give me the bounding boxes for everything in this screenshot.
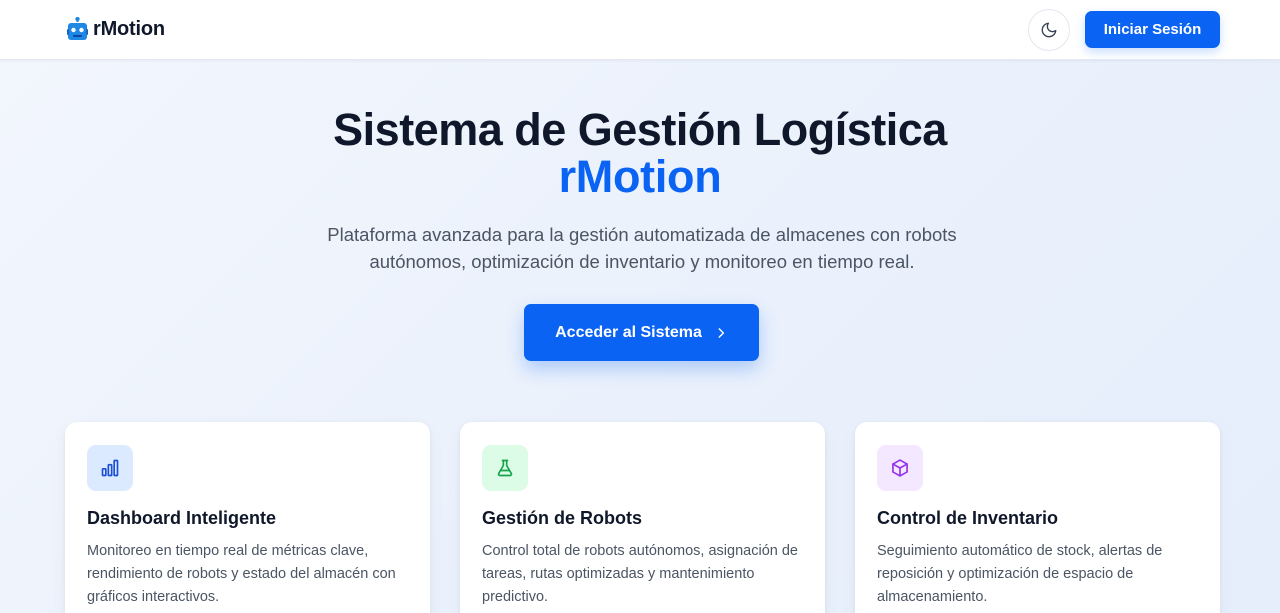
hero-brand: rMotion [558,151,722,202]
hero-subtitle: Plataforma avanzada para la gestión auto… [327,224,957,272]
feature-description: Control total de robots autónomos, asign… [482,543,798,605]
brand-name: rMotion [93,17,165,40]
flask-icon [482,445,528,491]
theme-toggle-button[interactable] [1028,9,1070,51]
access-system-label: Acceder al Sistema [555,323,702,341]
feature-title: Dashboard Inteligente [87,508,277,528]
navbar: rMotion Iniciar Sesión [0,0,1280,60]
box-icon [877,445,923,491]
feature-title: Control de Inventario [877,508,1059,528]
feature-title: Gestión de Robots [482,508,643,528]
robot-icon [67,17,88,40]
feature-card-inventory: Control de Inventario Seguimiento automá… [855,422,1220,613]
access-system-button[interactable]: Acceder al Sistema [524,304,759,361]
feature-card-robots: Gestión de Robots Control total de robot… [460,422,825,613]
login-button[interactable]: Iniciar Sesión [1085,11,1220,48]
chevron-right-icon [714,326,728,340]
feature-description: Seguimiento automático de stock, alertas… [877,543,1163,605]
feature-description: Monitoreo en tiempo real de métricas cla… [87,543,396,605]
brand-logo[interactable]: rMotion [67,16,165,42]
hero-title: Sistema de Gestión Logística [333,104,947,155]
moon-icon [1041,22,1057,38]
bar-chart-icon [87,445,133,491]
feature-card-dashboard: Dashboard Inteligente Monitoreo en tiemp… [65,422,430,613]
